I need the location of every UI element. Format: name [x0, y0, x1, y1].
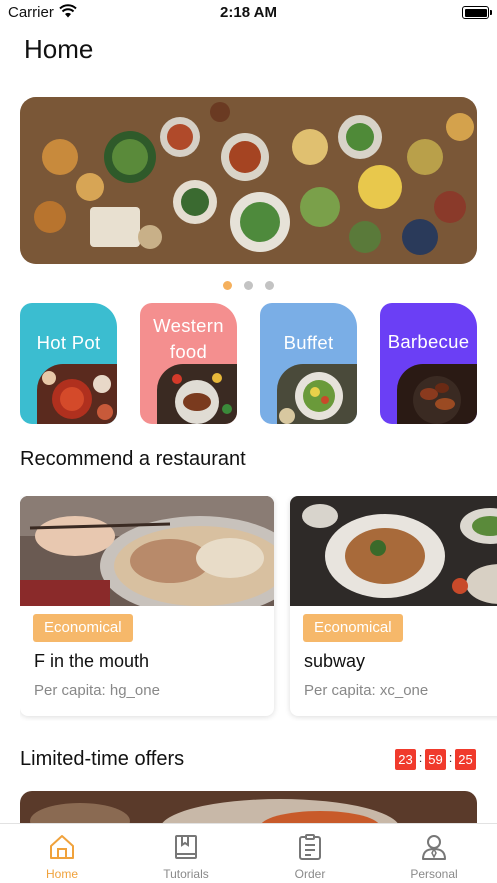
restaurant-card[interactable]: Economical F in the mouth Per capita: hg… — [20, 496, 274, 716]
page-title: Home — [24, 34, 94, 64]
countdown-separator: : — [448, 750, 453, 765]
category-barbecue[interactable]: Barbecue — [380, 303, 477, 424]
person-icon — [422, 835, 446, 860]
tab-bar: Home Tutorials Order Personal — [0, 823, 497, 883]
restaurant-image — [290, 496, 497, 606]
countdown-hours: 23 — [395, 749, 416, 770]
restaurant-image — [20, 496, 274, 606]
tab-label: Order — [294, 867, 326, 881]
countdown-separator: : — [418, 750, 423, 765]
hot-pot-image — [37, 364, 117, 424]
tab-tutorials[interactable]: Tutorials — [124, 824, 248, 883]
banner-carousel[interactable] — [20, 97, 477, 264]
carousel-dot[interactable] — [223, 281, 232, 290]
banner-food-image — [20, 97, 477, 264]
book-icon — [175, 835, 197, 859]
tab-order[interactable]: Order — [248, 824, 372, 883]
clock-label: 2:18 AM — [220, 4, 277, 21]
carousel-dot[interactable] — [265, 281, 274, 290]
restaurant-tag: Economical — [303, 614, 403, 642]
home-icon — [50, 835, 74, 859]
western-food-image — [157, 364, 237, 424]
category-hot-pot[interactable]: Hot Pot — [20, 303, 117, 424]
tab-label: Home — [45, 867, 78, 881]
offers-section-title: Limited-time offers — [20, 748, 185, 770]
restaurant-per-capita: Per capita: xc_one — [304, 682, 429, 699]
category-label: Barbecue — [387, 331, 470, 352]
tab-home[interactable]: Home — [0, 824, 124, 883]
tab-label: Tutorials — [163, 867, 209, 881]
buffet-image — [277, 364, 357, 424]
category-label: Western food — [153, 315, 224, 362]
restaurant-list: Economical F in the mouth Per capita: hg… — [20, 496, 497, 721]
tab-personal[interactable]: Personal — [372, 824, 496, 883]
tab-label: Personal — [410, 867, 458, 881]
category-western-food[interactable]: Western food — [140, 303, 237, 424]
carousel-indicator — [0, 277, 497, 290]
countdown-minutes: 59 — [425, 749, 446, 770]
carousel-dot[interactable] — [244, 281, 253, 290]
recommend-section-title: Recommend a restaurant — [20, 448, 246, 470]
barbecue-image — [397, 364, 477, 424]
countdown-seconds: 25 — [455, 749, 476, 770]
restaurant-per-capita: Per capita: hg_one — [34, 682, 160, 699]
restaurant-card[interactable]: Economical subway Per capita: xc_one — [290, 496, 497, 716]
category-label: Hot Pot — [36, 332, 101, 353]
clipboard-icon — [299, 834, 321, 860]
restaurant-name: subway — [304, 651, 366, 671]
category-label: Buffet — [283, 332, 334, 353]
restaurant-name: F in the mouth — [34, 651, 150, 671]
status-bar: Carrier 2:18 AM — [0, 0, 497, 28]
restaurant-tag: Economical — [33, 614, 133, 642]
battery-icon — [462, 6, 492, 19]
category-buffet[interactable]: Buffet — [260, 303, 357, 424]
category-list: Hot Pot Western food Buffet Barbecue — [20, 303, 497, 424]
